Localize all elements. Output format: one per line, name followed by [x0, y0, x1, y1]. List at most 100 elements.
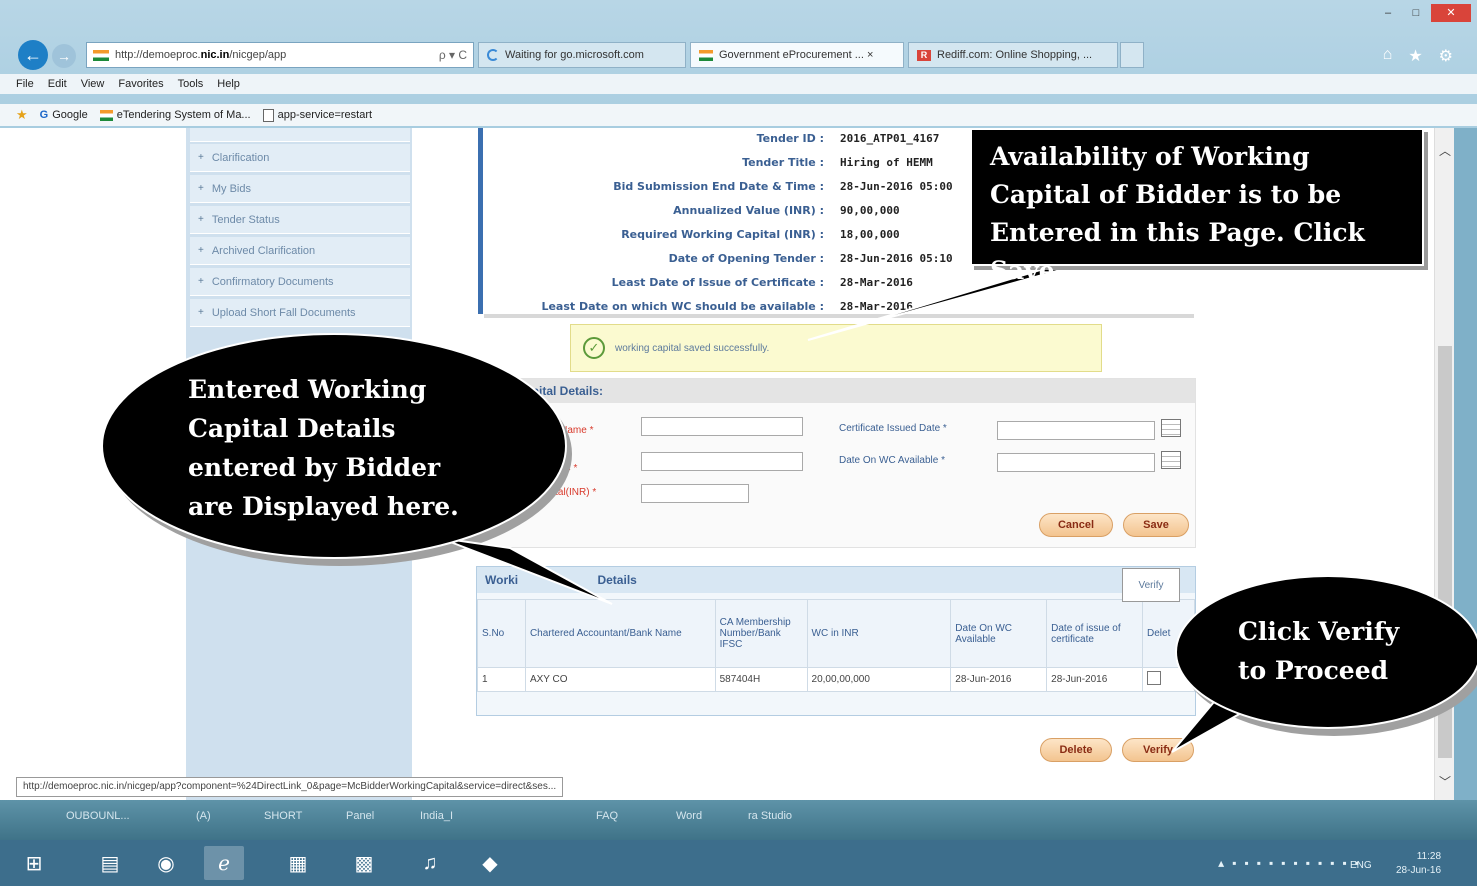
firefox-icon[interactable]: ◉	[146, 846, 186, 880]
tab-rediff[interactable]: R Rediff.com: Online Shopping, ...	[908, 42, 1118, 68]
col-delete: Delet	[1142, 599, 1195, 668]
calendar-icon[interactable]	[1161, 451, 1181, 469]
working-capital-details: Worki Details S.No Chartered Accountant/…	[476, 566, 1196, 716]
favorites-bar: ★ G Google eTendering System of Ma... app…	[0, 104, 1477, 126]
sidebar-item-confirmatory-documents[interactable]: + Confirmatory Documents	[190, 268, 410, 296]
menu-help[interactable]: Help	[217, 78, 240, 90]
favorites-star-icon[interactable]: ★	[1408, 46, 1422, 66]
tender-label: Annualized Value (INR) :	[673, 204, 824, 217]
back-icon[interactable]: ←	[18, 40, 48, 70]
menu-edit[interactable]: Edit	[48, 78, 67, 90]
tender-label: Date of Opening Tender :	[668, 252, 824, 265]
scroll-up-icon[interactable]: ︿	[1439, 142, 1451, 159]
save-button[interactable]: Save	[1123, 513, 1189, 537]
col-sno: S.No	[477, 599, 526, 668]
new-tab-button[interactable]	[1120, 42, 1144, 68]
desktop-item[interactable]: (A)	[196, 810, 211, 822]
sidebar-item-label: Tender Status	[211, 213, 280, 226]
rediff-icon: R	[917, 49, 931, 61]
scroll-thumb[interactable]	[1438, 346, 1452, 758]
plus-icon: +	[198, 245, 204, 256]
fav-label: app-service=restart	[277, 109, 373, 121]
sidebar-item-upload-short-fall[interactable]: + Upload Short Fall Documents	[190, 299, 410, 327]
desktop-item[interactable]: Word	[676, 810, 702, 822]
sidebar-item-label: Clarification	[211, 151, 270, 164]
layers-app-icon[interactable]: ◆	[470, 846, 510, 880]
navigation-bar: ← → http://demoeproc. nic.in/nicgep/app ρ…	[0, 38, 1477, 72]
delete-button[interactable]: Delete	[1040, 738, 1112, 762]
tab-label: Rediff.com: Online Shopping, ...	[937, 49, 1093, 61]
bubble-line: Capital Details	[188, 414, 396, 443]
headphones-icon[interactable]: ♫	[410, 846, 450, 880]
file-explorer-icon[interactable]: ▤	[90, 846, 130, 880]
sidebar-item-label: My Bids	[211, 182, 251, 195]
desktop-item[interactable]: FAQ	[596, 810, 618, 822]
plus-icon: +	[198, 152, 204, 163]
menu-favorites[interactable]: Favorites	[118, 78, 163, 90]
fav-app-service[interactable]: app-service=restart	[262, 108, 373, 122]
tender-label: Bid Submission End Date & Time :	[613, 180, 824, 193]
fav-etendering[interactable]: eTendering System of Ma...	[99, 109, 251, 121]
fav-label: Google	[52, 109, 88, 121]
cert-date-input[interactable]	[997, 421, 1155, 440]
address-bar[interactable]: http://demoeproc. nic.in/nicgep/app ρ ▾ C	[86, 42, 474, 68]
site-flag-icon	[99, 109, 113, 121]
excel-icon[interactable]: ▩	[344, 846, 384, 880]
favorites-add-icon[interactable]: ★	[16, 107, 28, 123]
working-capital-input[interactable]	[641, 484, 749, 503]
details-title-part: Worki	[485, 573, 519, 587]
ca-bank-name-input[interactable]	[641, 417, 803, 436]
menu-file[interactable]: File	[16, 78, 34, 90]
settings-gear-icon[interactable]: ⚙	[1439, 46, 1453, 66]
wc-label: / Capital(INR) *	[529, 487, 597, 498]
cancel-button[interactable]: Cancel	[1039, 513, 1113, 537]
calendar-icon[interactable]	[1161, 419, 1181, 437]
sidebar-item-clarification[interactable]: + Clarification	[190, 144, 410, 172]
page-icon	[262, 108, 274, 122]
delete-checkbox[interactable]	[1147, 671, 1161, 685]
tab-label: Waiting for go.microsoft.com	[505, 49, 644, 61]
cert-date-label: Certificate Issued Date *	[839, 423, 947, 434]
system-tray-icons[interactable]: ▴▪▪▪▪▪▪▪▪▪▪▪	[1218, 856, 1367, 870]
sidebar-item-my-bids[interactable]: + My Bids	[190, 175, 410, 203]
wc-date-input[interactable]	[997, 453, 1155, 472]
tab-waiting[interactable]: Waiting for go.microsoft.com	[478, 42, 686, 68]
sidebar-item-archived-clarification[interactable]: + Archived Clarification	[190, 237, 410, 265]
language-indicator[interactable]: ENG	[1350, 860, 1372, 871]
desktop-item[interactable]: India_I	[420, 810, 453, 822]
clock[interactable]: 11:28 28-Jun-16	[1396, 850, 1441, 878]
forward-icon[interactable]: →	[52, 44, 76, 68]
sidebar-item-tender-status[interactable]: + Tender Status	[190, 206, 410, 234]
menu-bar: File Edit View Favorites Tools Help	[0, 74, 1477, 94]
menu-view[interactable]: View	[81, 78, 105, 90]
windows-start-icon[interactable]: ⊞	[14, 846, 54, 880]
word-icon[interactable]: ▦	[278, 846, 318, 880]
menu-tools[interactable]: Tools	[178, 78, 204, 90]
membership-ifsc-input[interactable]	[641, 452, 803, 471]
vertical-scrollbar[interactable]: ︿ ﹀	[1434, 128, 1454, 800]
site-flag-icon	[93, 49, 109, 61]
desktop-item[interactable]: ra Studio	[748, 810, 792, 822]
desktop-item[interactable]: SHORT	[264, 810, 302, 822]
tender-value: 2016_ATP01_4167	[840, 132, 940, 145]
form-title: ing Capital Details:	[479, 379, 1195, 403]
fav-google[interactable]: G Google	[40, 109, 88, 121]
internet-explorer-icon[interactable]: ℯ	[204, 846, 244, 880]
left-bubble-text: Entered Working Capital Details entered …	[188, 370, 459, 526]
address-tools-icon[interactable]: ρ ▾ C	[439, 48, 467, 62]
tender-label: Required Working Capital (INR) :	[621, 228, 824, 241]
scroll-down-icon[interactable]: ﹀	[1439, 773, 1451, 790]
desktop-item[interactable]: OUBOUNL...	[66, 810, 130, 822]
verify-button[interactable]: Verify	[1122, 738, 1194, 762]
close-icon[interactable]: ✕	[1431, 4, 1471, 22]
status-bar-url: http://demoeproc.nic.in/nicgep/app?compo…	[16, 777, 564, 797]
minimize-icon[interactable]: –	[1375, 4, 1401, 22]
sidebar-item-partial[interactable]	[190, 128, 410, 142]
maximize-icon[interactable]: □	[1403, 4, 1429, 22]
plus-icon: +	[198, 183, 204, 194]
tab-eprocurement[interactable]: Government eProcurement ... ×	[690, 42, 904, 68]
home-icon[interactable]: ⌂	[1383, 46, 1393, 66]
address-suffix: /nicgep/app	[229, 49, 287, 61]
col-wc: WC in INR	[806, 599, 952, 668]
desktop-item[interactable]: Panel	[346, 810, 374, 822]
